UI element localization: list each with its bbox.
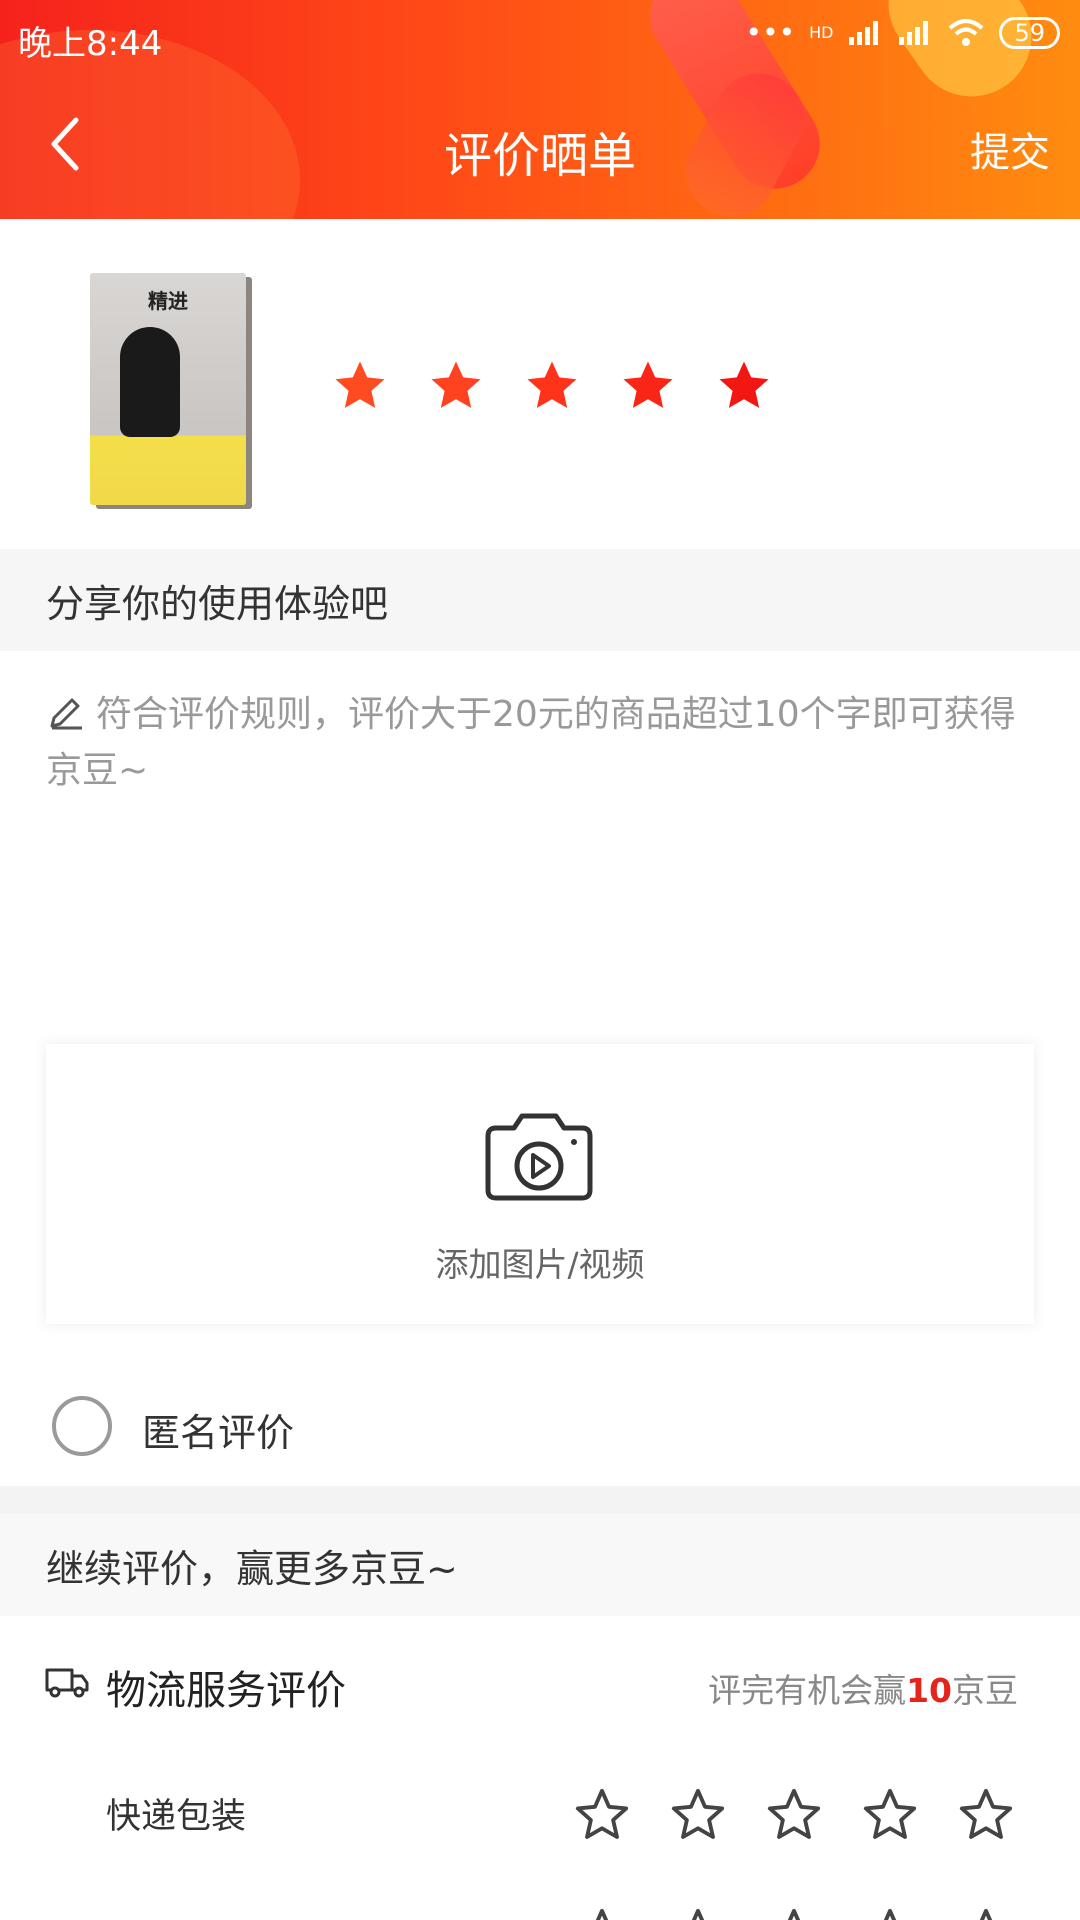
- signal-icon: [899, 20, 929, 45]
- star-outline-icon[interactable]: [957, 1906, 1015, 1920]
- star-outline-icon[interactable]: [573, 1906, 631, 1920]
- section-divider: [0, 1486, 1080, 1514]
- book-cover-bird: [120, 327, 180, 437]
- star-outline-icon[interactable]: [669, 1906, 727, 1920]
- status-time: 晚上8:44: [18, 24, 163, 64]
- rating-row-label: 快递包装: [106, 1797, 247, 1837]
- star-outline-icon[interactable]: [765, 1786, 823, 1844]
- star-outline-icon[interactable]: [669, 1786, 727, 1844]
- submit-button[interactable]: 提交: [970, 120, 1050, 178]
- reward-hint: 评完有机会赢10京豆: [708, 1664, 1018, 1712]
- reward-suffix: 京豆: [952, 1671, 1018, 1710]
- logistics-title: 物流服务评价: [106, 1668, 346, 1714]
- more-reviews-heading: 继续评价，赢更多京豆~: [0, 1514, 1080, 1616]
- truck-icon: [45, 1668, 89, 1698]
- star-icon[interactable]: [332, 358, 388, 414]
- wifi-icon: [949, 18, 984, 46]
- add-media-button[interactable]: 添加图片/视频: [46, 1044, 1034, 1324]
- star-outline-icon[interactable]: [861, 1906, 919, 1920]
- header: 晚上8:44 ••• HD 59 评价晒单 提交: [0, 0, 1080, 219]
- title-bar: 评价晒单 提交: [0, 100, 1080, 190]
- page-title: 评价晒单: [443, 128, 636, 184]
- book-cover-title: 精进: [148, 289, 188, 313]
- product-image[interactable]: 精进: [90, 273, 246, 505]
- star-icon[interactable]: [524, 358, 580, 414]
- star-icon[interactable]: [620, 358, 676, 414]
- signal-icon: [849, 20, 879, 45]
- star-outline-icon[interactable]: [765, 1906, 823, 1920]
- star-icon[interactable]: [716, 358, 772, 414]
- status-icons: ••• HD 59: [746, 16, 1060, 49]
- more-dots-icon: •••: [745, 16, 796, 49]
- review-text-input[interactable]: 符合评价规则，评价大于20元的商品超过10个字即可获得京豆~: [0, 651, 1080, 1051]
- star-outline-icon[interactable]: [861, 1786, 919, 1844]
- star-outline-icon[interactable]: [957, 1786, 1015, 1844]
- status-bar: 晚上8:44 ••• HD 59: [0, 0, 1080, 72]
- camera-video-icon: [485, 1113, 593, 1201]
- star-outline-icon[interactable]: [573, 1786, 631, 1844]
- anonymous-label: 匿名评价: [142, 1411, 295, 1455]
- anonymous-option[interactable]: 匿名评价: [0, 1360, 1080, 1490]
- anonymous-radio[interactable]: [52, 1396, 112, 1456]
- network-type: HD: [809, 23, 834, 42]
- rating-row-packaging: 快递包装: [0, 1770, 1080, 1860]
- star-icon[interactable]: [428, 358, 484, 414]
- add-media-label: 添加图片/视频: [435, 1245, 645, 1284]
- reward-number: 10: [906, 1671, 952, 1710]
- review-section-heading: 分享你的使用体验吧: [0, 549, 1080, 651]
- logistics-rating-header: 物流服务评价 评完有机会赢10京豆: [0, 1640, 1080, 1730]
- reward-prefix: 评完有机会赢: [708, 1671, 907, 1710]
- review-placeholder: 符合评价规则，评价大于20元的商品超过10个字即可获得京豆~: [46, 687, 1040, 799]
- placeholder-text: 符合评价规则，评价大于20元的商品超过10个字即可获得京豆~: [46, 694, 1016, 791]
- battery-indicator: 59: [999, 16, 1060, 49]
- rating-row-next: [0, 1880, 1080, 1920]
- pencil-icon: [50, 698, 82, 730]
